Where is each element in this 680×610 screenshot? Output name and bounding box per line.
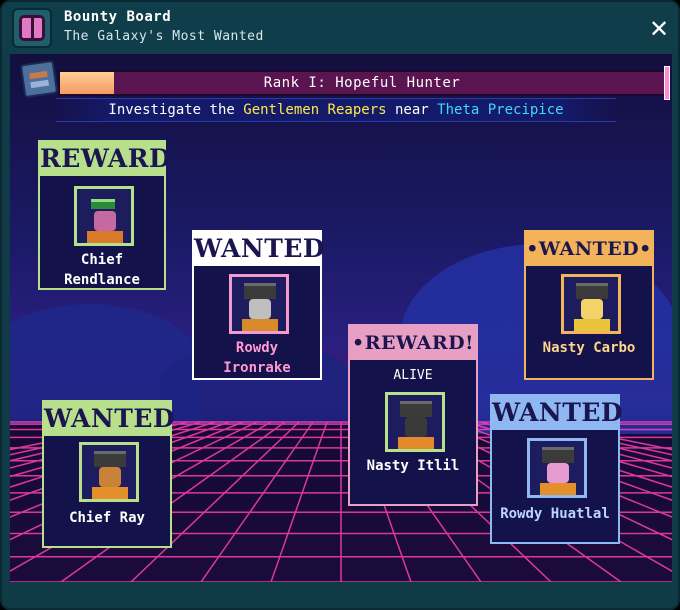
card-header: REWARD xyxy=(40,142,171,176)
close-icon[interactable]: ✕ xyxy=(646,16,672,42)
rank-bar-end-marker xyxy=(664,66,670,100)
bounty-card[interactable]: WANTED Rowdy Ironrake xyxy=(192,230,325,380)
bounty-card[interactable]: •REWARD!• ALIVE Nasty Itlil xyxy=(348,324,478,506)
rank-progress-bar: Rank I: Hopeful Hunter xyxy=(58,70,666,96)
target-name: Chief xyxy=(80,252,124,268)
objective-prefix: Investigate the xyxy=(108,102,235,118)
title-bar: Bounty Board The Galaxy's Most Wanted ✕ xyxy=(2,2,678,54)
target-name-line2: Ironrake xyxy=(223,360,291,376)
card-header: •WANTED• xyxy=(526,232,652,266)
target-portrait xyxy=(385,392,445,452)
card-header: WANTED xyxy=(194,232,325,266)
window-subtitle: The Galaxy's Most Wanted xyxy=(64,29,264,44)
target-name: Nasty Carbo xyxy=(542,340,636,356)
objective-faction[interactable]: Gentlemen Reapers xyxy=(243,102,386,118)
target-name: Rowdy Huatlal xyxy=(500,506,610,522)
card-header: WANTED xyxy=(492,396,623,430)
bounty-board-window: Bounty Board The Galaxy's Most Wanted ✕ … xyxy=(0,0,680,610)
rank-row: Rank I: Hopeful Hunter xyxy=(18,59,670,100)
target-portrait xyxy=(229,274,289,334)
objective-banner: Investigate the Gentlemen Reapers near T… xyxy=(56,98,616,122)
target-portrait xyxy=(561,274,621,334)
objective-location[interactable]: Theta Precipice xyxy=(437,102,563,118)
card-header: WANTED xyxy=(44,402,175,436)
target-portrait xyxy=(79,442,139,502)
target-portrait xyxy=(527,438,587,498)
target-name: Chief Ray xyxy=(69,510,145,526)
target-portrait xyxy=(74,186,134,246)
target-name-line2: Rendlance xyxy=(64,272,140,288)
bounty-card[interactable]: REWARD Chief Rendlance xyxy=(38,140,171,290)
bounty-card[interactable]: WANTED Chief Ray xyxy=(42,400,175,548)
card-header: •REWARD!• xyxy=(350,326,476,388)
card-condition: ALIVE xyxy=(393,368,433,383)
target-name: Rowdy xyxy=(235,340,279,356)
bounty-board-app-icon xyxy=(12,8,52,48)
target-name: Nasty Itlil xyxy=(366,458,460,474)
window-title: Bounty Board xyxy=(64,9,172,25)
bounty-card[interactable]: WANTED Rowdy Huatlal xyxy=(490,394,623,544)
bounty-card[interactable]: •WANTED• Nasty Carbo xyxy=(524,230,654,380)
objective-middle: near xyxy=(395,102,429,118)
rank-label: Rank I: Hopeful Hunter xyxy=(263,75,461,91)
rank-badge-icon xyxy=(19,59,59,99)
galaxy-scene: Rank I: Hopeful Hunter Investigate the G… xyxy=(10,54,672,582)
window-footer xyxy=(2,582,678,608)
